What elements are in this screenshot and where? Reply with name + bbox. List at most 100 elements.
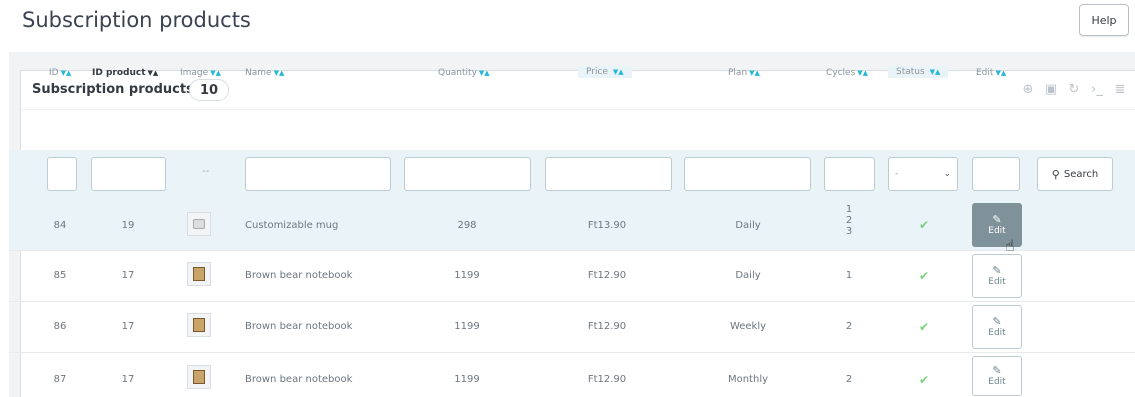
cell-id-product: 19 [121, 220, 135, 231]
col-header-price[interactable]: Price ▼▲ [578, 66, 632, 78]
sort-arrows-icon[interactable]: ▼▲ [857, 69, 868, 77]
cell-name: Brown bear notebook [245, 374, 353, 385]
col-label-edit: Edit [976, 68, 994, 78]
col-label-image: Image [180, 68, 209, 78]
col-header-name[interactable]: Name ▼▲ [245, 68, 284, 78]
edit-button[interactable]: ✎ Edit [972, 356, 1022, 396]
count-badge: 10 [189, 79, 229, 101]
add-icon[interactable]: ⊕ [1021, 82, 1035, 98]
cell-price: Ft12.90 [587, 374, 627, 385]
col-label-quantity: Quantity [438, 68, 477, 78]
col-header-status[interactable]: Status ▼▲ [888, 66, 949, 78]
cell-id: 87 [53, 374, 67, 385]
cycle-value: 1 [845, 270, 853, 281]
notebook-image [193, 370, 205, 384]
product-thumbnail [187, 365, 211, 389]
sort-arrows-icon[interactable]: ▼▲ [613, 68, 624, 76]
cell-quantity: 1199 [454, 321, 480, 332]
filter-id-product-input[interactable] [91, 157, 166, 191]
cell-plan: Daily [735, 220, 761, 231]
edit-icon: ✎ [992, 364, 1002, 377]
cell-cycles: 2 [846, 321, 852, 332]
search-icon: ⚲ [1051, 167, 1060, 181]
panel-title: Subscription products [32, 82, 194, 97]
filter-status-select[interactable]: - ⌄ [888, 157, 958, 191]
status-enabled-icon[interactable]: ✔ [919, 218, 929, 232]
sort-arrows-icon[interactable]: ▼▲ [749, 69, 760, 77]
col-header-image[interactable]: Image ▼▲ [180, 68, 221, 78]
notebook-image [193, 267, 205, 281]
sort-arrows-icon[interactable]: ▼▲ [274, 69, 285, 77]
cell-id-product: 17 [121, 321, 135, 332]
filter-edit-input[interactable] [972, 157, 1020, 191]
sort-arrows-icon[interactable]: ▼▲ [148, 69, 159, 77]
chevron-down-icon: ⌄ [943, 169, 951, 179]
filter-id-input[interactable] [47, 157, 77, 191]
refresh-icon[interactable]: ↻ [1067, 82, 1081, 98]
cycle-value: 2 [845, 321, 853, 332]
edit-label: Edit [988, 277, 1006, 287]
product-thumbnail [187, 212, 211, 236]
status-enabled-icon[interactable]: ✔ [919, 320, 929, 334]
cell-price: Ft12.90 [587, 270, 627, 281]
mug-image [193, 219, 205, 229]
col-label-cycles: Cycles [826, 68, 856, 78]
col-header-quantity[interactable]: Quantity ▼▲ [438, 68, 490, 78]
search-button[interactable]: ⚲ Search [1037, 157, 1113, 191]
edit-icon: ✎ [992, 264, 1002, 277]
table-row[interactable] [9, 303, 1135, 353]
cell-id-product: 17 [121, 374, 135, 385]
sort-arrows-icon[interactable]: ▼▲ [61, 69, 72, 77]
col-header-cycles[interactable]: Cycles ▼▲ [826, 68, 868, 78]
filter-image-placeholder: -- [202, 166, 210, 177]
export-icon[interactable]: ▣ [1044, 82, 1058, 98]
cell-plan: Weekly [729, 321, 767, 332]
cell-price: Ft13.90 [587, 220, 627, 231]
col-label-id: ID [49, 68, 59, 78]
sql-query-icon[interactable]: ›_ [1090, 82, 1104, 98]
product-thumbnail [187, 313, 211, 337]
cell-id-product: 17 [121, 270, 135, 281]
edit-label: Edit [988, 377, 1006, 387]
filter-name-input[interactable] [245, 157, 391, 191]
database-icon[interactable]: ≣ [1113, 82, 1127, 98]
product-thumbnail [187, 262, 211, 286]
table-row[interactable] [9, 252, 1135, 302]
sort-arrows-icon[interactable]: ▼▲ [479, 69, 490, 77]
mouse-cursor-icon: ☝ [1005, 236, 1015, 255]
filter-quantity-input[interactable] [404, 157, 531, 191]
cell-cycles: 1 2 3 [846, 204, 852, 237]
col-header-plan[interactable]: Plan ▼▲ [728, 68, 760, 78]
filter-plan-input[interactable] [684, 157, 811, 191]
cycle-value: 3 [845, 226, 853, 237]
filter-cycles-input[interactable] [824, 157, 875, 191]
search-label: Search [1063, 168, 1099, 180]
table-row[interactable] [9, 201, 1135, 251]
edit-button[interactable]: ✎ Edit [972, 305, 1022, 349]
panel-toolbar: ⊕ ▣ ↻ ›_ ≣ [1021, 82, 1127, 98]
status-enabled-icon[interactable]: ✔ [919, 373, 929, 387]
col-header-id-product[interactable]: ID product ▼▲ [92, 68, 158, 78]
page-title: Subscription products [22, 8, 251, 32]
cell-cycles: 2 [846, 374, 852, 385]
col-header-id[interactable]: ID ▼▲ [49, 68, 71, 78]
edit-icon: ✎ [992, 213, 1002, 226]
sort-arrows-icon[interactable]: ▼▲ [995, 69, 1006, 77]
cell-quantity: 298 [457, 220, 477, 231]
sort-arrows-icon[interactable]: ▼▲ [930, 68, 941, 76]
cell-id: 85 [53, 270, 67, 281]
cycle-value: 2 [845, 215, 853, 226]
filter-status-value: - [895, 169, 899, 179]
sort-arrows-icon[interactable]: ▼▲ [210, 69, 221, 77]
cell-name: Brown bear notebook [245, 270, 353, 281]
help-button[interactable]: Help [1079, 4, 1129, 36]
edit-label: Edit [988, 328, 1006, 338]
filter-price-input[interactable] [545, 157, 672, 191]
edit-button[interactable]: ✎ Edit [972, 254, 1022, 298]
cell-quantity: 1199 [454, 374, 480, 385]
col-header-edit[interactable]: Edit ▼▲ [976, 68, 1006, 78]
cell-cycles: 1 [846, 270, 852, 281]
table-row[interactable] [9, 354, 1135, 397]
cell-plan: Daily [735, 270, 761, 281]
status-enabled-icon[interactable]: ✔ [919, 269, 929, 283]
